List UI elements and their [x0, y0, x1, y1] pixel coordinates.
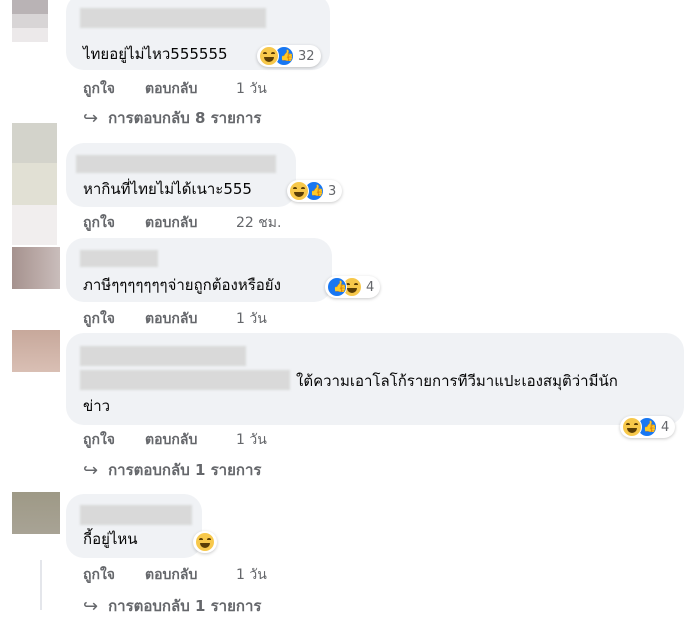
comment-text: ไทยอยู่ไม่ไหว555555: [83, 45, 228, 63]
avatar[interactable]: [12, 0, 48, 42]
view-replies-button[interactable]: ↪ การตอบกลับ 1 รายการ: [83, 594, 261, 618]
avatar[interactable]: [12, 247, 60, 289]
reply-button[interactable]: ตอบกลับ: [145, 212, 197, 234]
avatar[interactable]: [12, 123, 57, 245]
commenter-name-redacted[interactable]: [76, 155, 276, 173]
view-replies-button[interactable]: ↪ การตอบกลับ 8 รายการ: [83, 106, 261, 130]
avatar[interactable]: [12, 492, 60, 534]
haha-reaction-icon: [622, 417, 642, 437]
like-button[interactable]: ถูกใจ: [83, 212, 115, 234]
reply-button[interactable]: ตอบกลับ: [145, 308, 197, 330]
commenter-name-redacted[interactable]: [80, 346, 246, 366]
reaction-summary[interactable]: 👍 4: [325, 276, 381, 298]
thread-line: [40, 560, 42, 610]
reply-button[interactable]: ตอบกลับ: [145, 429, 197, 451]
comment-text-line-1: ใต้ความเอาโลโก้รายการทีวีมาแปะเองสมุติว่…: [296, 372, 618, 390]
reply-arrow-icon: ↪: [83, 595, 99, 617]
reply-button[interactable]: ตอบกลับ: [145, 78, 197, 100]
like-button[interactable]: ถูกใจ: [83, 78, 115, 100]
reaction-count: 4: [366, 279, 375, 295]
commenter-name-redacted[interactable]: [80, 8, 266, 28]
reaction-summary[interactable]: 👍 32: [257, 45, 321, 67]
reaction-summary[interactable]: 👍 4: [620, 416, 676, 438]
comment-timestamp[interactable]: 1 วัน: [236, 78, 267, 100]
avatar[interactable]: [12, 330, 60, 372]
comment-timestamp[interactable]: 1 วัน: [236, 429, 267, 451]
reaction-count: 32: [298, 48, 315, 64]
haha-reaction-icon: [195, 532, 215, 552]
comment-timestamp[interactable]: 1 วัน: [236, 308, 267, 330]
reply-button[interactable]: ตอบกลับ: [145, 564, 197, 586]
replies-label: การตอบกลับ 8 รายการ: [108, 109, 262, 127]
reaction-count: 4: [661, 419, 670, 435]
commenter-name-redacted[interactable]: [80, 250, 158, 267]
mention-redacted[interactable]: [80, 370, 290, 390]
comment-text: หากินที่ไทยไม่ได้เนาะ555: [83, 180, 252, 198]
reply-arrow-icon: ↪: [83, 107, 99, 129]
replies-label: การตอบกลับ 1 รายการ: [108, 597, 262, 615]
like-button[interactable]: ถูกใจ: [83, 564, 115, 586]
like-button[interactable]: ถูกใจ: [83, 308, 115, 330]
haha-reaction-icon: [289, 181, 309, 201]
commenter-name-redacted[interactable]: [80, 505, 192, 525]
reaction-summary[interactable]: 👍 3: [287, 180, 343, 202]
reaction-summary[interactable]: [193, 531, 217, 553]
replies-label: การตอบกลับ 1 รายการ: [108, 461, 262, 479]
view-replies-button[interactable]: ↪ การตอบกลับ 1 รายการ: [83, 458, 261, 482]
reply-arrow-icon: ↪: [83, 459, 99, 481]
comment-timestamp[interactable]: 22 ชม.: [236, 212, 281, 234]
like-button[interactable]: ถูกใจ: [83, 429, 115, 451]
haha-reaction-icon: [259, 46, 279, 66]
like-reaction-icon: 👍: [327, 277, 347, 297]
comment-text-line-2: ข่าว: [83, 397, 111, 415]
comment-timestamp[interactable]: 1 วัน: [236, 564, 267, 586]
reaction-count: 3: [328, 183, 337, 199]
comment-text: ภาษีๆๆๆๆๆๆๆจ่ายถูกต้องหรือยัง: [83, 276, 281, 294]
comment-text: กี้อยู่ไหน: [83, 530, 138, 548]
